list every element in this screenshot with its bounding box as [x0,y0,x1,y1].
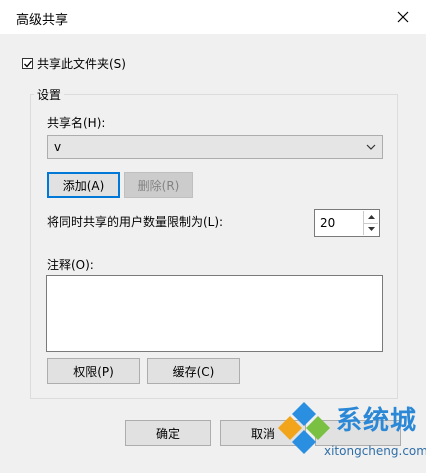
share-folder-label: 共享此文件夹(S) [37,57,126,71]
share-name-value: v [54,140,62,154]
close-button[interactable] [380,0,426,34]
caching-button[interactable]: 缓存(C) [147,358,240,384]
share-folder-checkbox-row[interactable]: 共享此文件夹(S) [22,55,126,72]
check-icon [24,60,33,68]
user-limit-value: 20 [320,216,336,230]
comment-textarea[interactable] [46,275,383,352]
share-folder-checkbox[interactable] [22,58,33,69]
comment-label: 注释(O): [47,258,94,272]
user-limit-stepper[interactable]: 20 [314,209,380,237]
title-bar: 高级共享 [0,0,426,34]
chevron-down-icon [366,144,376,150]
stepper-down-button[interactable] [363,223,378,235]
add-button[interactable]: 添加(A) [47,172,120,198]
close-icon [397,11,409,23]
share-name-select[interactable]: v [47,135,383,159]
chevron-down-icon [367,227,375,231]
ok-button[interactable]: 确定 [125,420,211,446]
user-limit-label: 将同时共享的用户数量限制为(L): [47,215,224,229]
remove-button[interactable]: 删除(R) [124,172,193,198]
window-title: 高级共享 [16,13,69,28]
settings-group-label: 设置 [34,86,65,103]
watermark: 系统城 xitongcheng.com [270,388,426,473]
watermark-brand: 系统城 [336,406,418,436]
permissions-button[interactable]: 权限(P) [47,358,140,384]
share-name-label: 共享名(H): [47,116,106,130]
watermark-url: xitongcheng.com [324,444,426,458]
chevron-up-icon [367,215,375,219]
